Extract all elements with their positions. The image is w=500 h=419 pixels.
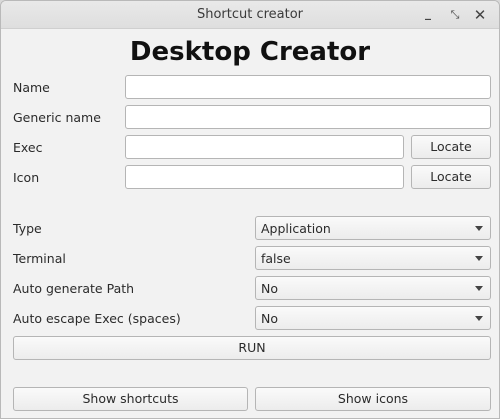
type-select-value: Application bbox=[261, 221, 331, 236]
exec-locate-button[interactable]: Locate bbox=[411, 135, 491, 159]
auto-path-select[interactable]: No bbox=[255, 276, 491, 300]
auto-path-select-value: No bbox=[261, 281, 278, 296]
auto-path-label: Auto generate Path bbox=[13, 281, 135, 296]
title-bar[interactable]: Shortcut creator _ ⤡ ✕ bbox=[1, 1, 499, 29]
icon-locate-button[interactable]: Locate bbox=[411, 165, 491, 189]
icon-label: Icon bbox=[13, 170, 40, 185]
icon-input[interactable] bbox=[125, 165, 404, 189]
chevron-down-icon bbox=[475, 316, 483, 321]
terminal-select[interactable]: false bbox=[255, 246, 491, 270]
minimize-icon[interactable]: _ bbox=[419, 4, 437, 22]
run-button[interactable]: RUN bbox=[13, 336, 491, 360]
show-icons-button[interactable]: Show icons bbox=[255, 387, 491, 411]
terminal-select-value: false bbox=[261, 251, 291, 266]
type-select[interactable]: Application bbox=[255, 216, 491, 240]
show-shortcuts-button[interactable]: Show shortcuts bbox=[13, 387, 248, 411]
exec-label: Exec bbox=[13, 140, 43, 155]
chevron-down-icon bbox=[475, 256, 483, 261]
maximize-icon[interactable]: ⤡ bbox=[446, 6, 464, 24]
generic-name-label: Generic name bbox=[13, 110, 101, 125]
auto-escape-label: Auto escape Exec (spaces) bbox=[13, 311, 181, 326]
app-window: Shortcut creator _ ⤡ ✕ Desktop Creator N… bbox=[0, 0, 500, 419]
auto-escape-select[interactable]: No bbox=[255, 306, 491, 330]
close-icon[interactable]: ✕ bbox=[471, 6, 489, 24]
terminal-label: Terminal bbox=[13, 251, 66, 266]
auto-escape-select-value: No bbox=[261, 311, 278, 326]
name-input[interactable] bbox=[125, 75, 491, 99]
chevron-down-icon bbox=[475, 286, 483, 291]
generic-name-input[interactable] bbox=[125, 105, 491, 129]
type-label: Type bbox=[13, 221, 42, 236]
chevron-down-icon bbox=[475, 226, 483, 231]
exec-input[interactable] bbox=[125, 135, 404, 159]
page-title: Desktop Creator bbox=[129, 37, 371, 67]
name-label: Name bbox=[13, 80, 50, 95]
